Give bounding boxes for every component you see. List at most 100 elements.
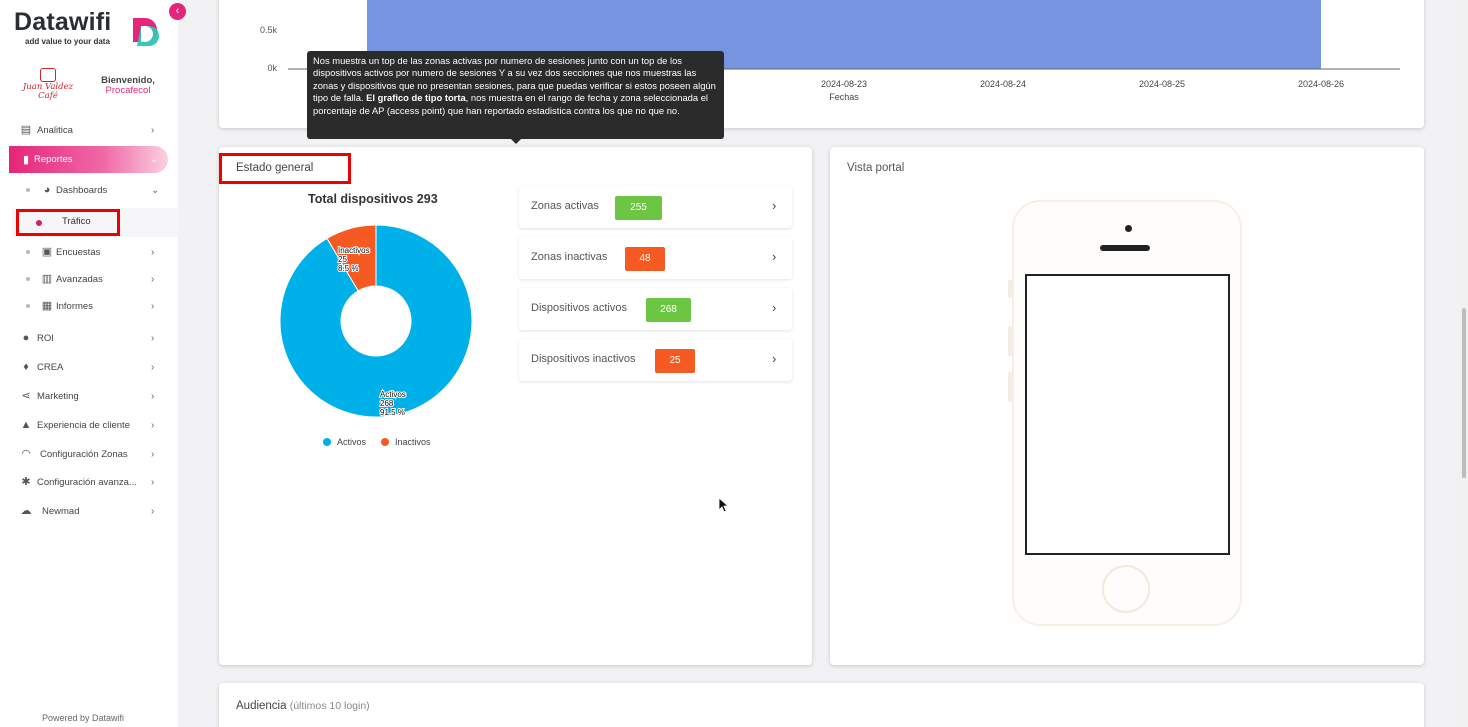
sidebar-item-label: Tráfico [62,216,91,227]
x-tick-label: 2024-08-26 [1298,79,1344,89]
tooltip-arrow [510,138,522,144]
inactivos-data-label: Inactivos [338,246,370,255]
sidebar-item-label: CREA [37,361,64,373]
chevron-right-icon: › [151,448,155,460]
chevron-right-icon: › [151,361,155,373]
chevron-right-icon: › [151,419,155,431]
legend-swatch [381,438,389,446]
sidebar-item-informes[interactable]: ▦ Informes › [0,294,178,318]
portal-preview-screen[interactable] [1025,274,1230,555]
sidebar-item-config-avanzada[interactable]: ✱ Configuración avanza... › [0,470,178,494]
audiencia-title-text: Audiencia [236,700,287,712]
chevron-right-icon: › [151,390,155,402]
chevron-right-icon: › [151,273,155,285]
stat-label: Dispositivos inactivos [531,353,636,365]
chevron-right-icon: › [151,246,155,258]
chevron-right-icon: › [151,476,155,488]
stat-badge: 48 [625,247,665,271]
stat-zonas-activas[interactable]: Zonas activas 255 › [519,186,792,228]
stat-dispositivos-activos[interactable]: Dispositivos activos 268 › [519,288,792,330]
legend-label: Activos [337,437,367,447]
activos-data-label: 268 [380,399,394,408]
phone-home-button [1102,565,1150,613]
sidebar-item-label: Newmad [42,505,80,517]
stat-badge: 268 [646,298,691,322]
chevron-right-icon: › [772,198,777,213]
wifi-icon: ◠ [21,448,31,460]
estado-general-title: Estado general [236,162,314,174]
sidebar-item-reportes[interactable]: ▮ Reportes ⌄ [9,146,168,173]
scrollbar-thumb[interactable] [1462,308,1466,478]
activos-data-label: 91.5 % [380,408,405,417]
sidebar-item-label: Configuración avanza... [37,476,137,488]
sidebar-item-encuestas[interactable]: ▣ Encuestas › [0,240,178,264]
inactivos-data-label: 8.5 % [338,264,358,273]
gauge-icon: ◕ [43,184,51,196]
active-dot-icon [36,220,42,226]
info-tooltip: Nos muestra un top de las zonas activas … [307,51,724,139]
chevron-right-icon: › [151,300,155,312]
audiencia-title: Audiencia (últimos 10 login) [236,700,370,712]
sidebar-item-label: Reportes [34,154,73,165]
audiencia-card [219,683,1424,727]
sidebar-item-label: Configuración Zonas [40,448,128,460]
thumbs-up-icon: ▲ [20,419,32,431]
collapse-sidebar-button[interactable]: ‹ [169,3,186,20]
chevron-right-icon: › [151,505,155,517]
sidebar-item-label: Informes [56,300,93,312]
clipboard-icon: ▣ [41,246,53,258]
legend-swatch [323,438,331,446]
sidebar-item-experiencia[interactable]: ▲ Experiencia de cliente › [0,413,178,437]
traffic-chart: 0.5k 0k 2024-08-23 2024-08-24 2024-08-25 2024… [260,0,1400,102]
gear-icon: ✱ [21,476,31,488]
inactivos-data-label: 25 [338,255,347,264]
mouse-cursor-icon [718,497,730,513]
powered-by: Powered by Datawifi [42,713,125,723]
sidebar-item-label: Encuestas [56,246,101,258]
x-tick-label: 2024-08-23 [821,79,867,89]
x-axis-label: Fechas [829,92,859,102]
bullet-icon [26,188,30,192]
chevron-right-icon: › [772,300,777,315]
phone-speaker [1100,245,1150,251]
phone-camera [1125,225,1132,232]
sidebar-item-label: Experiencia de cliente [37,419,130,431]
y-tick-label: 0.5k [260,25,278,35]
bars-icon: ▥ [41,273,53,285]
sidebar-item-label: Dashboards [56,184,108,196]
sidebar-item-roi[interactable]: ● ROI › [0,326,178,350]
legend-activos[interactable]: Activos [323,437,366,447]
stat-dispositivos-inactivos[interactable]: Dispositivos inactivos 25 › [519,339,792,381]
legend-label: Inactivos [395,437,431,447]
chevron-down-icon: ⌄ [150,154,159,165]
sidebar-item-label: ROI [37,332,54,344]
bullet-icon [26,277,30,281]
sidebar-item-avanzadas[interactable]: ▥ Avanzadas › [0,267,178,291]
sidebar-item-crea[interactable]: ♦ CREA › [0,355,178,379]
donut-title: Total dispositivos 293 [308,192,438,206]
book-icon: ▦ [41,300,53,312]
sidebar-item-label: Marketing [37,390,79,402]
document-icon: ▮ [22,153,30,166]
sidebar-item-trafico[interactable]: Tráfico [16,209,120,236]
sidebar-item-label: Avanzadas [56,273,103,285]
x-tick-label: 2024-08-25 [1139,79,1185,89]
y-tick-label: 0k [267,63,277,73]
sidebar-item-dashboards[interactable]: ◕ Dashboards ⌄ [0,178,178,202]
donut-slice-activos[interactable] [280,225,472,417]
sidebar-item-config-zonas[interactable]: ◠ Configuración Zonas › [0,442,178,466]
audiencia-subtitle: (últimos 10 login) [289,700,370,712]
bullet-icon [26,304,30,308]
sidebar-item-marketing[interactable]: ⋖ Marketing › [0,384,178,408]
bullet-icon [26,250,30,254]
stat-zonas-inactivas[interactable]: Zonas inactivas 48 › [519,237,792,279]
stat-label: Zonas activas [531,200,599,212]
share-icon: ⋖ [21,390,31,402]
stat-badge: 25 [655,349,695,373]
legend-inactivos[interactable]: Inactivos [381,437,431,447]
user-icon: ● [22,332,30,344]
stat-label: Zonas inactivas [531,251,608,263]
devices-donut-chart[interactable]: Inactivos258.5 % Activos26891.5 % [280,225,472,417]
sidebar-item-newmad[interactable]: ☁ Newmad › [0,499,178,523]
chevron-down-icon: ⌄ [151,184,160,196]
